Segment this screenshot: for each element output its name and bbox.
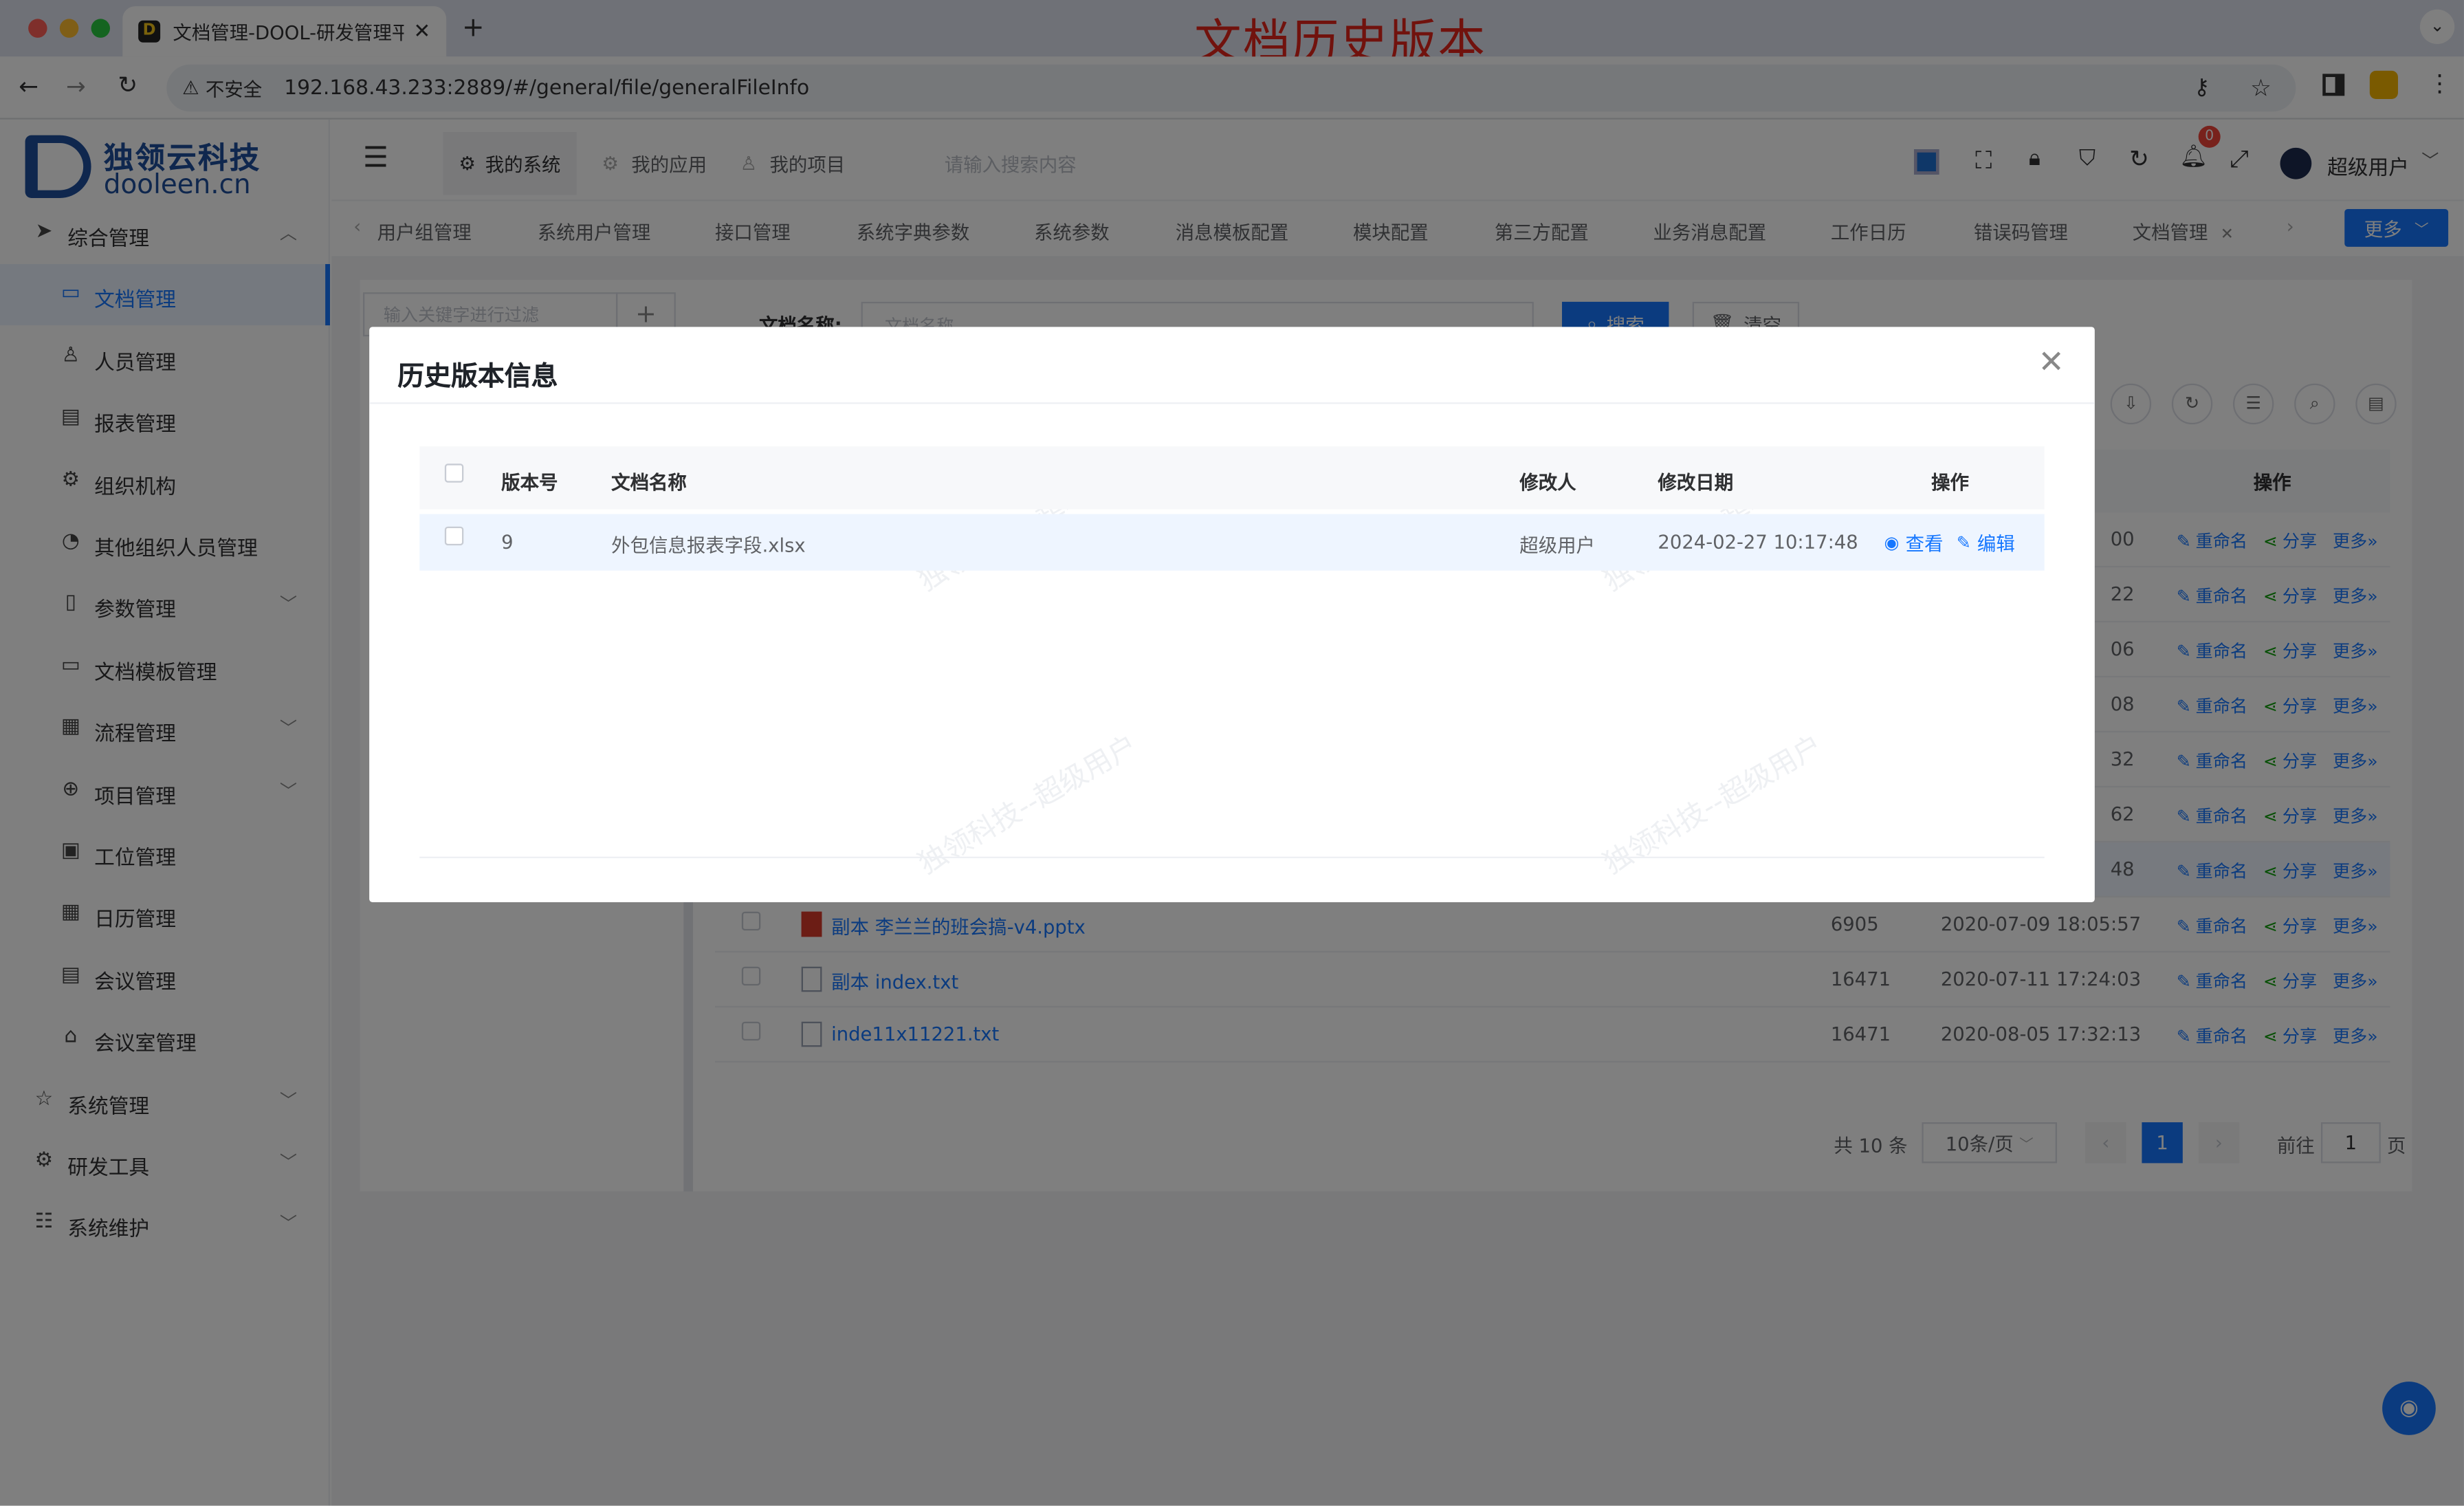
version-date: 2024-02-27 10:17:48 bbox=[1658, 531, 1858, 554]
col-version: 版本号 bbox=[501, 471, 558, 494]
watermark: 独领科技--超级用户 bbox=[913, 729, 1143, 882]
dialog-title: 历史版本信息 bbox=[397, 361, 558, 393]
col-ops: 操作 bbox=[1931, 471, 1970, 494]
row-checkbox[interactable] bbox=[444, 526, 464, 546]
view-label: 查看 bbox=[1905, 532, 1944, 555]
close-icon[interactable]: ✕ bbox=[2038, 342, 2065, 380]
col-modifier: 修改人 bbox=[1519, 471, 1576, 494]
version-table-row[interactable]: 9 外包信息报表字段.xlsx 超级用户 2024-02-27 10:17:48… bbox=[419, 514, 2045, 571]
view-button[interactable]: ◉ 查看 bbox=[1884, 530, 1944, 556]
edit-label: 编辑 bbox=[1977, 532, 2015, 555]
watermark: 独领科技--超级用户 bbox=[1598, 729, 1829, 882]
version-modifier: 超级用户 bbox=[1519, 534, 1596, 557]
edit-button[interactable]: ✎ 编辑 bbox=[1957, 530, 2015, 556]
col-modified-date: 修改日期 bbox=[1658, 471, 1734, 494]
version-number: 9 bbox=[501, 531, 514, 554]
pencil-icon: ✎ bbox=[1956, 532, 1971, 554]
col-doc-name: 文档名称 bbox=[611, 471, 687, 494]
version-table-header: 版本号 文档名称 修改人 修改日期 操作 bbox=[419, 446, 2045, 510]
dialog-divider bbox=[369, 402, 2095, 404]
select-all-checkbox[interactable] bbox=[444, 463, 464, 483]
eye-icon: ◉ bbox=[1884, 532, 1900, 554]
history-version-dialog: 独领科技--超级用户 独领科技--超级用户 独领科技--超级用户 独领科技--超… bbox=[369, 327, 2095, 902]
table-bottom-border bbox=[419, 856, 2045, 858]
screen: D 文档管理-DOOL-研发管理平台 ✕ + 文档历史版本 ⌄ ← → ↻ ⚠ … bbox=[0, 0, 2464, 1506]
version-doc-name: 外包信息报表字段.xlsx bbox=[611, 534, 806, 557]
